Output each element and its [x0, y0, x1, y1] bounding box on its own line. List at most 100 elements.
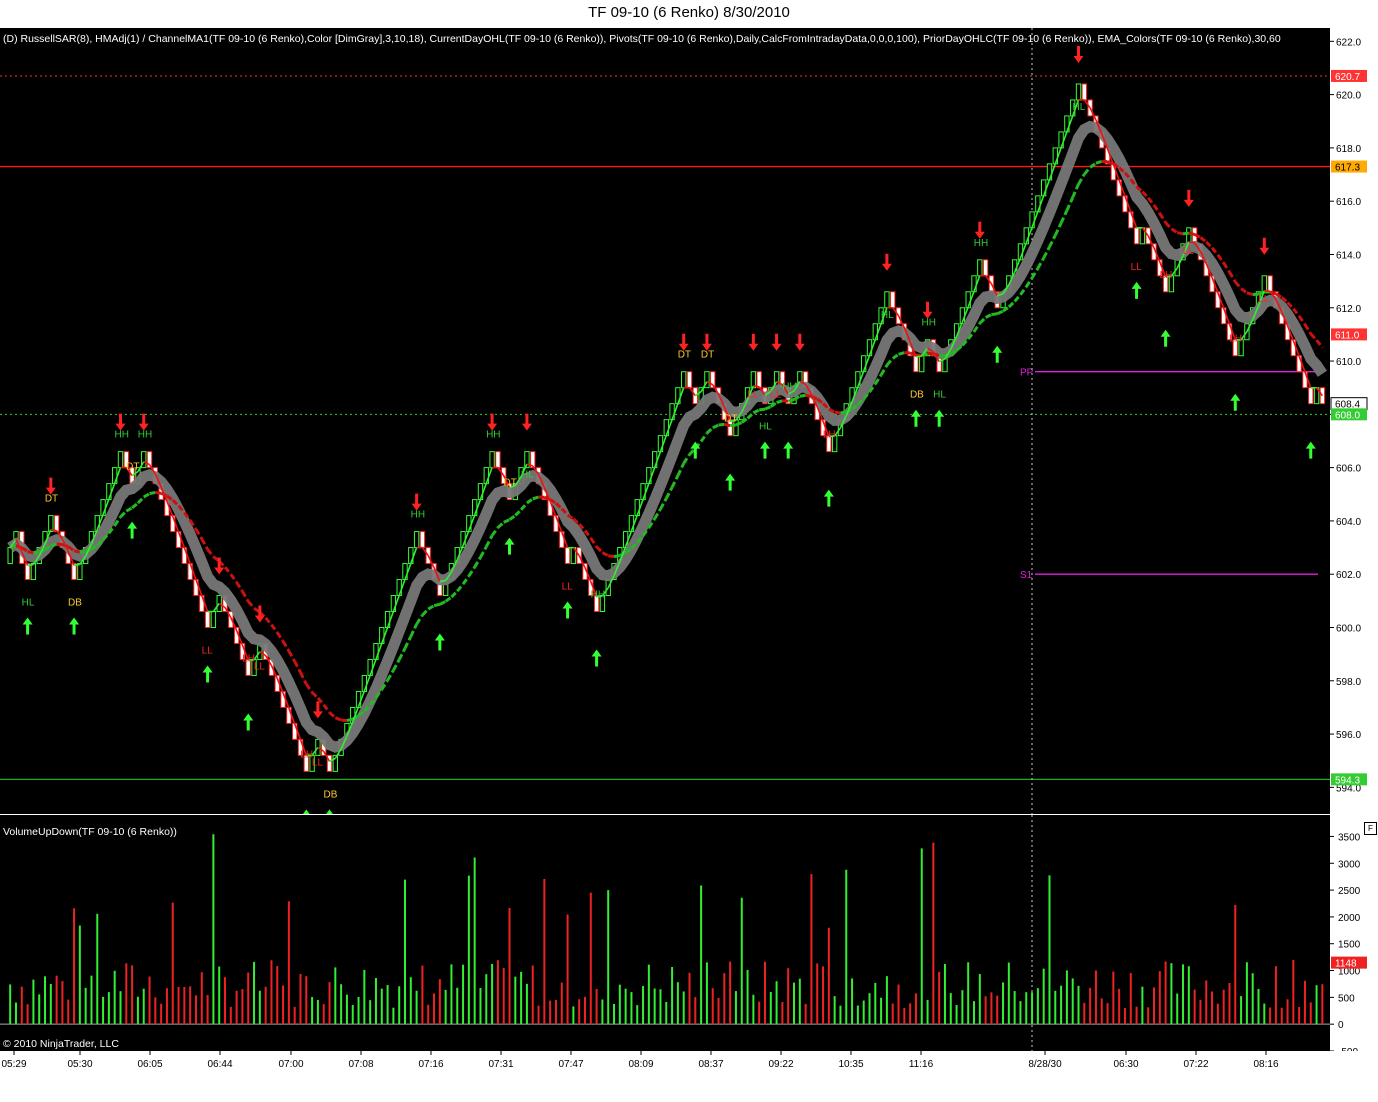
ema-segment — [1166, 223, 1172, 229]
ema-segment — [237, 582, 243, 591]
sell-arrow — [882, 254, 892, 271]
price-marker-label: 611.0 — [1335, 330, 1360, 341]
time-tick-label: 07:31 — [488, 1059, 513, 1070]
ema-segment — [980, 318, 986, 324]
time-tick-label: 10:35 — [838, 1059, 863, 1070]
time-tick-label: 07:08 — [348, 1059, 373, 1070]
price-panel[interactable]: PPS1HLDTDBHHDTHHLLLHLLLHLLDBHHHHDTHLLLHH… — [0, 28, 1330, 814]
sell-arrow — [313, 701, 323, 718]
price-tick-label: 618.0 — [1336, 144, 1361, 155]
ema-segment — [666, 487, 672, 498]
buy-arrow — [435, 634, 445, 651]
renko-brick — [1262, 276, 1266, 292]
swing-label: DT — [678, 350, 691, 361]
ema-segment — [759, 409, 765, 410]
ema-segment — [480, 547, 486, 558]
sell-arrow — [115, 414, 125, 431]
ema-segment — [422, 609, 428, 615]
swing-label: DT — [45, 494, 58, 505]
price-tick-label: 602.0 — [1336, 570, 1361, 581]
swing-label: DT — [504, 478, 517, 489]
ema-segment — [300, 672, 306, 684]
ema-segment — [1305, 324, 1311, 333]
ema-segment — [800, 395, 806, 396]
price-tick-label: 616.0 — [1336, 197, 1361, 208]
buy-arrow — [824, 490, 834, 507]
time-tick-label: 08:16 — [1253, 1059, 1278, 1070]
renko-brick — [217, 596, 221, 612]
time-tick-label: 07:22 — [1183, 1059, 1208, 1070]
swing-label: LH — [1160, 270, 1173, 281]
ema-segment — [486, 536, 492, 547]
ema-segment — [492, 528, 498, 536]
ema-segment — [405, 636, 411, 648]
volume-chart[interactable] — [0, 815, 1330, 1051]
ema-segment — [1189, 233, 1195, 234]
ema-segment — [155, 492, 161, 493]
renko-chart[interactable]: PPS1HLDTDBHHDTHHLLLHLLLHLLDBHHHHDTHLLLHH… — [0, 28, 1330, 814]
ema-segment — [835, 412, 841, 413]
swing-label: LL — [1131, 262, 1143, 273]
ema-segment — [678, 463, 684, 475]
price-tick-label: 596.0 — [1336, 730, 1361, 741]
ema-segment — [120, 511, 126, 517]
time-tick-label: 8/28/30 — [1028, 1059, 1062, 1070]
renko-brick — [1076, 84, 1080, 100]
ema-segment — [428, 606, 434, 609]
ema-segment — [887, 358, 893, 365]
ema-segment — [1084, 167, 1090, 174]
ema-segment — [1212, 248, 1218, 255]
ema-segment — [1224, 263, 1230, 272]
ema-segment — [893, 354, 899, 358]
swing-label: HH — [922, 318, 936, 329]
ema-segment — [1038, 258, 1044, 268]
ema-segment — [521, 503, 527, 510]
sell-arrow — [1074, 46, 1084, 63]
swing-label: DT — [724, 414, 737, 425]
price-indicator-label: (D) RussellSAR(8), HMAdj(1) / ChannelMA1… — [3, 33, 1328, 45]
price-marker-label: 608.0 — [1335, 410, 1360, 421]
ema-segment — [1015, 295, 1021, 302]
ema-segment — [434, 604, 440, 605]
swing-label: LL — [254, 661, 266, 672]
renko-brick — [1134, 228, 1138, 244]
time-axis[interactable]: 05:2905:3006:0506:4407:0007:0807:1607:31… — [0, 1051, 1378, 1097]
buy-arrow — [992, 346, 1002, 363]
ema-segment — [266, 618, 272, 625]
price-tick-label: 614.0 — [1336, 250, 1361, 261]
volume-tick-label: 2000 — [1338, 913, 1361, 924]
ema-segment — [1206, 242, 1212, 248]
ema-segment — [504, 520, 510, 523]
renko-brick — [1268, 276, 1272, 292]
ema-segment — [806, 395, 812, 396]
ema-segment — [1044, 247, 1050, 258]
hma-segment — [51, 530, 57, 531]
swing-label: DB — [910, 390, 924, 401]
ema-segment — [208, 549, 214, 556]
ema-segment — [597, 547, 603, 553]
ema-segment — [591, 538, 597, 547]
ema-segment — [1241, 289, 1247, 293]
buy-arrow — [1132, 282, 1142, 299]
ema-segment — [1235, 282, 1241, 289]
ema-segment — [74, 551, 80, 553]
ema-segment — [614, 556, 620, 557]
panel-f-button[interactable]: F — [1364, 822, 1377, 835]
swing-label: HH — [782, 382, 796, 393]
ema-segment — [242, 591, 248, 601]
time-tick-label: 08:09 — [628, 1059, 653, 1070]
ema-segment — [312, 692, 318, 698]
sell-arrow — [679, 334, 689, 351]
ema-segment — [1079, 174, 1085, 184]
ema-segment — [451, 591, 457, 597]
sell-arrow — [748, 334, 758, 351]
price-tick-label: 622.0 — [1336, 37, 1361, 48]
renko-brick — [205, 612, 209, 628]
swing-label: DT — [701, 350, 714, 361]
volume-marker-label: 1148 — [1335, 959, 1357, 970]
renko-brick — [891, 292, 895, 308]
price-scale[interactable]: 622.0620.0618.0616.0614.0612.0610.0608.0… — [1330, 28, 1378, 1051]
ema-segment — [1020, 287, 1026, 295]
price-tick-label: 610.0 — [1336, 357, 1361, 368]
volume-panel[interactable] — [0, 815, 1330, 1051]
